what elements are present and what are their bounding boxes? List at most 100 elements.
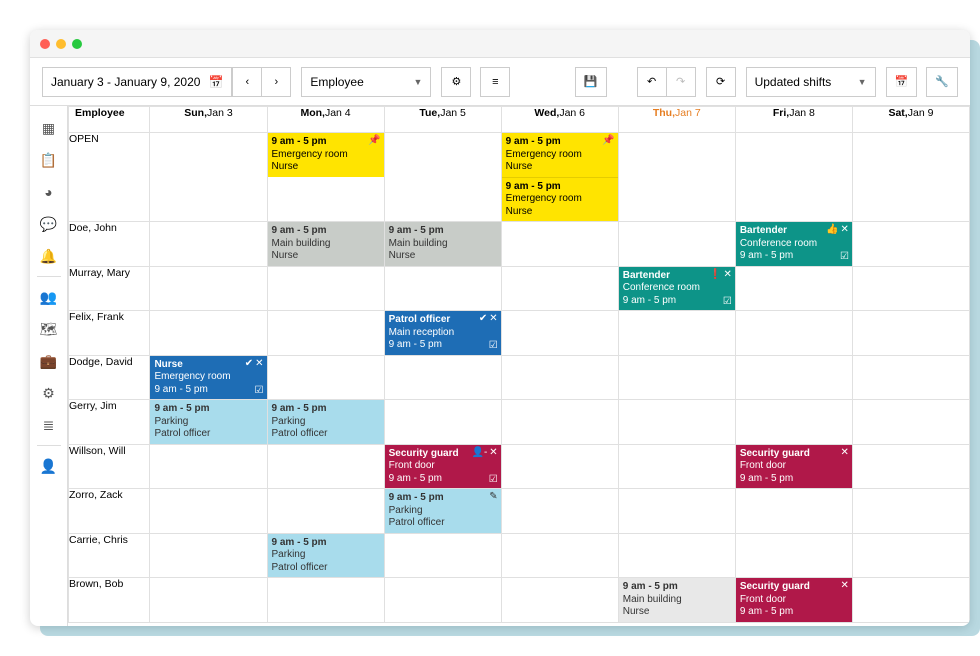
cell[interactable]: 👤-✕☑Security guardFront door9 am - 5 pm xyxy=(384,444,501,489)
cell[interactable] xyxy=(618,133,735,222)
cell[interactable] xyxy=(150,311,267,356)
cell[interactable] xyxy=(267,266,384,311)
cell[interactable]: 9 am - 5 pmParkingPatrol officer xyxy=(267,533,384,578)
cell[interactable] xyxy=(735,355,852,400)
groupby-select[interactable]: Employee ▼ xyxy=(301,67,431,97)
cell[interactable] xyxy=(267,355,384,400)
cell[interactable]: ✔✕☑Patrol officerMain reception9 am - 5 … xyxy=(384,311,501,356)
cell[interactable] xyxy=(735,311,852,356)
shift-card[interactable]: 📌 9 am - 5 pmEmergency roomNurse xyxy=(502,133,618,177)
cell[interactable] xyxy=(735,533,852,578)
close-icon[interactable]: ✕ xyxy=(255,358,263,371)
cell[interactable] xyxy=(735,400,852,445)
cell[interactable] xyxy=(852,133,969,222)
shift-card[interactable]: 👍✕☑BartenderConference room9 am - 5 pm xyxy=(736,222,852,266)
cell[interactable] xyxy=(501,444,618,489)
cell[interactable]: ✕Security guardFront door9 am - 5 pm xyxy=(735,578,852,623)
cell[interactable] xyxy=(267,489,384,534)
cell[interactable] xyxy=(852,311,969,356)
window-minimize-icon[interactable] xyxy=(56,39,66,49)
prev-button[interactable]: ‹ xyxy=(232,67,262,97)
cell[interactable] xyxy=(852,355,969,400)
tools-button[interactable]: 🔧 xyxy=(926,67,958,97)
cell[interactable]: 📌 9 am - 5 pmEmergency roomNurse 9 am - … xyxy=(501,133,618,222)
cell[interactable]: 9 am - 5 pmMain buildingNurse xyxy=(618,578,735,623)
cell[interactable] xyxy=(384,133,501,222)
cell[interactable] xyxy=(150,222,267,267)
close-icon[interactable]: ✕ xyxy=(841,224,849,237)
close-icon[interactable]: ✕ xyxy=(723,269,731,282)
cell[interactable] xyxy=(618,355,735,400)
cell[interactable] xyxy=(852,222,969,267)
shift-card[interactable]: 👤-✕☑Security guardFront door9 am - 5 pm xyxy=(385,445,501,489)
shift-card[interactable]: 9 am - 5 pmMain buildingNurse xyxy=(385,222,501,266)
shift-card[interactable]: 9 am - 5 pmEmergency roomNurse xyxy=(502,177,618,222)
cell[interactable] xyxy=(852,400,969,445)
cell[interactable] xyxy=(150,489,267,534)
cell[interactable] xyxy=(501,311,618,356)
cell[interactable] xyxy=(618,489,735,534)
redo-button[interactable]: ↷ xyxy=(666,67,696,97)
shift-card[interactable]: ✔✕☑Patrol officerMain reception9 am - 5 … xyxy=(385,311,501,355)
cell[interactable] xyxy=(852,489,969,534)
calendar-action-button[interactable]: 📅 xyxy=(886,67,918,97)
close-icon[interactable]: ✕ xyxy=(489,447,497,460)
cell[interactable]: 📌 9 am - 5 pm Emergency room Nurse xyxy=(267,133,384,222)
shift-card[interactable]: 9 am - 5 pmMain buildingNurse xyxy=(619,578,735,622)
cell[interactable]: 9 am - 5 pmMain buildingNurse xyxy=(384,222,501,267)
undo-button[interactable]: ↶ xyxy=(637,67,667,97)
nav-map[interactable]: 🗺 xyxy=(30,313,68,345)
edit-icon[interactable]: ✎ xyxy=(489,491,497,504)
shift-card[interactable]: ✎9 am - 5 pmParkingPatrol officer xyxy=(385,489,501,533)
nav-bell[interactable]: 🔔 xyxy=(30,240,68,272)
shift-card[interactable]: ✔✕☑NurseEmergency room9 am - 5 pm xyxy=(150,356,266,400)
cell[interactable] xyxy=(150,533,267,578)
cell[interactable]: 9 am - 5 pmMain buildingNurse xyxy=(267,222,384,267)
cell[interactable] xyxy=(852,533,969,578)
shift-card[interactable]: ✕Security guardFront door9 am - 5 pm xyxy=(736,578,852,622)
nav-settings[interactable]: ⚙ xyxy=(30,377,68,409)
shift-card[interactable]: 9 am - 5 pmParkingPatrol officer xyxy=(150,400,266,444)
cell[interactable] xyxy=(501,355,618,400)
save-button[interactable]: 💾 xyxy=(575,67,607,97)
cell[interactable] xyxy=(852,444,969,489)
cell[interactable] xyxy=(501,578,618,623)
cell[interactable] xyxy=(618,311,735,356)
cell[interactable] xyxy=(852,266,969,311)
close-icon[interactable]: ✕ xyxy=(489,313,497,326)
cell[interactable] xyxy=(384,400,501,445)
refresh-button[interactable]: ⟳ xyxy=(706,67,736,97)
settings-button[interactable]: ⚙ xyxy=(441,67,471,97)
cell[interactable] xyxy=(501,266,618,311)
shift-filter-select[interactable]: Updated shifts ▼ xyxy=(746,67,876,97)
cell[interactable] xyxy=(150,578,267,623)
cell[interactable] xyxy=(384,578,501,623)
nav-profile[interactable]: 👤 xyxy=(30,450,68,482)
cell[interactable]: 👍✕☑BartenderConference room9 am - 5 pm xyxy=(735,222,852,267)
nav-chat[interactable]: 💬 xyxy=(30,208,68,240)
filter-button[interactable]: ≡ xyxy=(480,67,510,97)
shift-card[interactable]: ❗✕☑BartenderConference room9 am - 5 pm xyxy=(619,267,735,311)
cell[interactable] xyxy=(501,222,618,267)
cell[interactable] xyxy=(735,266,852,311)
cell[interactable] xyxy=(150,133,267,222)
cell[interactable]: 9 am - 5 pmParkingPatrol officer xyxy=(150,400,267,445)
shift-card[interactable]: ✕Security guardFront door9 am - 5 pm xyxy=(736,445,852,489)
cell[interactable] xyxy=(735,133,852,222)
date-range-picker[interactable]: January 3 - January 9, 2020 📅 xyxy=(42,67,232,97)
shift-card[interactable]: 9 am - 5 pmParkingPatrol officer xyxy=(268,534,384,578)
cell[interactable] xyxy=(618,533,735,578)
cell[interactable] xyxy=(384,355,501,400)
cell[interactable]: ✎9 am - 5 pmParkingPatrol officer xyxy=(384,489,501,534)
close-icon[interactable]: ✕ xyxy=(841,580,849,593)
window-close-icon[interactable] xyxy=(40,39,50,49)
cell[interactable] xyxy=(267,311,384,356)
cell[interactable] xyxy=(618,222,735,267)
shift-card[interactable]: 9 am - 5 pmParkingPatrol officer xyxy=(268,400,384,444)
nav-grid[interactable]: ▦ xyxy=(30,112,68,144)
cell[interactable] xyxy=(618,444,735,489)
window-maximize-icon[interactable] xyxy=(72,39,82,49)
cell[interactable]: 9 am - 5 pmParkingPatrol officer xyxy=(267,400,384,445)
cell[interactable] xyxy=(267,578,384,623)
nav-clipboard[interactable]: 📋 xyxy=(30,144,68,176)
